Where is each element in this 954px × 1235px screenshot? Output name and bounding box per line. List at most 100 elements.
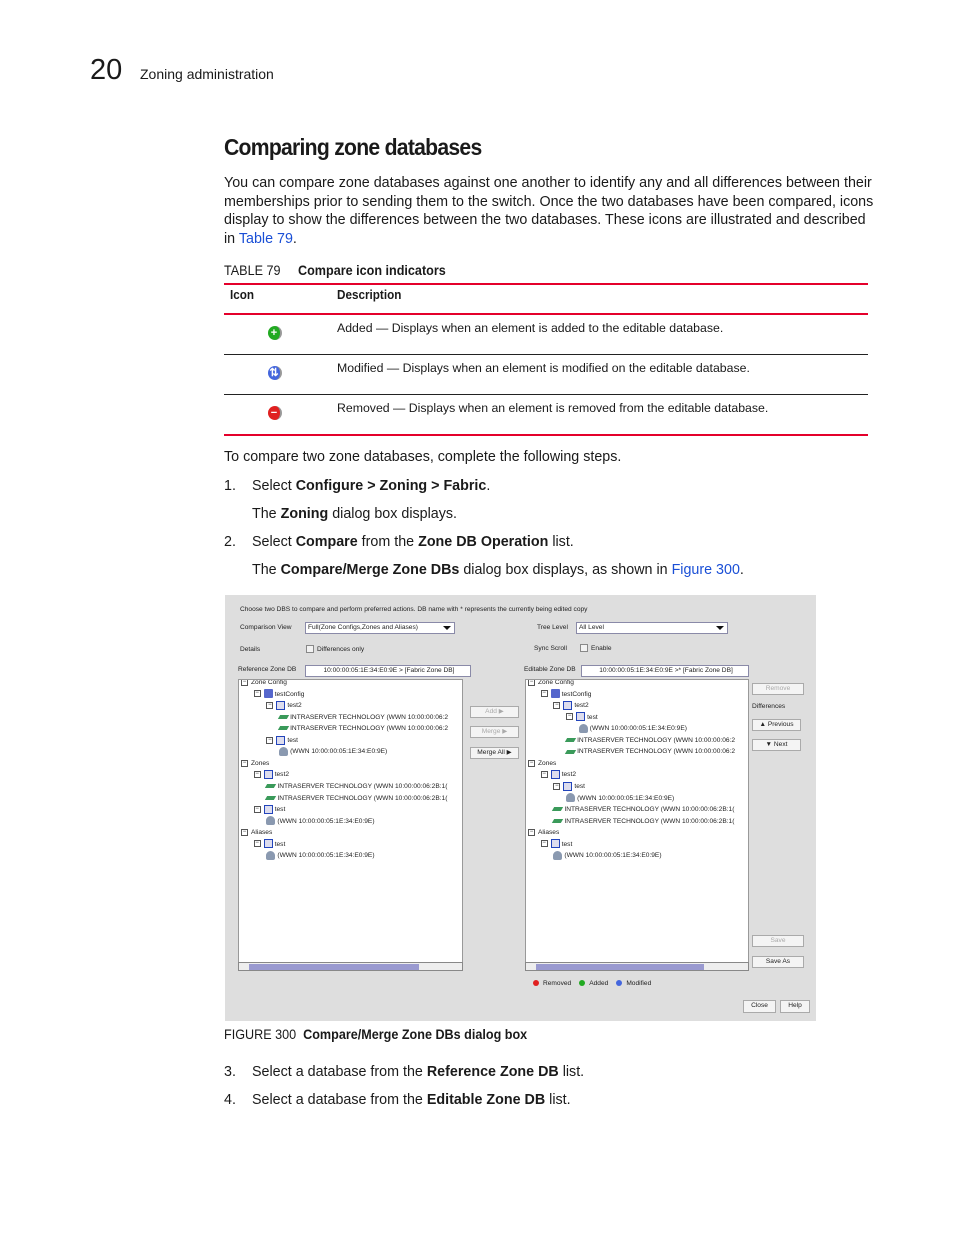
collapse-toggle[interactable]: −: [540, 840, 548, 848]
add-button[interactable]: Add ▶: [470, 706, 519, 718]
collapse-toggle[interactable]: −: [528, 828, 535, 836]
tree-level-select[interactable]: All Level: [576, 622, 728, 634]
tree-node[interactable]: INTRASERVER TECHNOLOGY (WWN 10:00:00:06:…: [552, 816, 734, 827]
tree-node-label: Zones: [538, 759, 557, 767]
collapse-toggle[interactable]: −: [528, 680, 535, 686]
collapse-toggle[interactable]: −: [253, 690, 261, 698]
editable-db-label: Editable Zone DB: [524, 666, 576, 673]
collapse-toggle[interactable]: −: [266, 701, 274, 709]
tree-node[interactable]: − test: [553, 781, 585, 792]
collapse-toggle[interactable]: −: [241, 828, 248, 836]
device-icon: [277, 714, 290, 719]
tree-node[interactable]: − test: [540, 839, 572, 850]
merge-button[interactable]: Merge ▶: [470, 726, 519, 738]
legend-label: Removed: [543, 980, 572, 987]
comparison-view-value: Full(Zone Configs,Zones and Aliases): [308, 624, 418, 631]
collapse-toggle[interactable]: −: [528, 759, 535, 767]
tree-node[interactable]: − test2: [553, 700, 589, 711]
tree-node[interactable]: (WWN 10:00:00:05:1E:34:E0:9E): [566, 793, 674, 804]
tree-node[interactable]: − testConfig: [253, 689, 304, 700]
table-row-description: Removed — Displays when an element is re…: [337, 401, 769, 415]
reference-tree[interactable]: − Zone Config − testConfig − test2 INTRASERVER…: [238, 679, 463, 965]
tree-node-label: test: [287, 736, 299, 744]
collapse-toggle[interactable]: −: [553, 782, 561, 790]
table-79-link[interactable]: Table 79: [239, 231, 293, 247]
tree-node-label: test: [274, 806, 286, 814]
zone-icon: [550, 770, 560, 780]
tree-node[interactable]: INTRASERVER TECHNOLOGY (WWN 10:00:00:06:…: [277, 712, 448, 723]
reference-hscrollbar[interactable]: [238, 962, 463, 971]
reference-db-select[interactable]: 10:00:00:05:1E:34:E0:9E > [Fabric Zone D…: [305, 665, 471, 677]
tree-node[interactable]: INTRASERVER TECHNOLOGY (WWN 10:00:00:06:…: [277, 723, 448, 734]
tree-node[interactable]: INTRASERVER TECHNOLOGY (WWN 10:00:00:06:…: [552, 804, 735, 815]
collapse-toggle[interactable]: −: [566, 713, 574, 721]
tree-node[interactable]: (WWN 10:00:00:05:1E:34:E0:9E): [266, 850, 375, 861]
help-button[interactable]: Help: [780, 1000, 810, 1013]
collapse-toggle[interactable]: −: [241, 759, 248, 767]
step-bold: Configure > Zoning > Fabric: [295, 478, 487, 494]
editable-db-select[interactable]: 10:00:00:05:1E:34:E0:9E >* [Fabric Zone …: [581, 665, 749, 677]
zone-icon: [563, 781, 573, 791]
collapse-toggle[interactable]: −: [266, 736, 274, 744]
tree-node[interactable]: (WWN 10:00:00:05:1E:34:E0:9E): [266, 816, 375, 827]
comparison-view-select[interactable]: Full(Zone Configs,Zones and Aliases): [305, 622, 455, 634]
tree-node[interactable]: − Zone Config: [528, 680, 574, 688]
device-icon: [265, 784, 277, 789]
reference-db-value: 10:00:00:05:1E:34:E0:9E > [Fabric Zone D…: [323, 667, 455, 674]
removed-icon: [533, 980, 539, 987]
tree-node[interactable]: − test: [266, 735, 298, 746]
scroll-thumb[interactable]: [249, 964, 419, 970]
tree-node[interactable]: − Zones: [241, 758, 269, 769]
tree-node[interactable]: (WWN 10:00:00:05:1E:34:E0:9E): [578, 723, 687, 734]
tree-node-label: test2: [274, 771, 289, 779]
collapse-toggle[interactable]: −: [253, 840, 261, 848]
sync-scroll-checkbox[interactable]: [580, 644, 588, 652]
step-result: The Compare/Merge Zone DBs dialog box di…: [252, 561, 744, 580]
tree-node[interactable]: − test: [253, 839, 285, 850]
editable-hscrollbar[interactable]: [525, 962, 749, 971]
collapse-toggle[interactable]: −: [253, 805, 261, 813]
collapse-toggle[interactable]: −: [241, 680, 248, 686]
tree-node[interactable]: INTRASERVER TECHNOLOGY (WWN 10:00:00:06:…: [265, 781, 447, 792]
remove-button[interactable]: Remove: [752, 683, 804, 695]
tree-node[interactable]: − testConfig: [540, 689, 591, 700]
collapse-toggle[interactable]: −: [540, 690, 548, 698]
tree-node-label: INTRASERVER TECHNOLOGY (WWN 10:00:00:06:…: [564, 806, 735, 814]
step-4: 4. Select a database from the Editable Zo…: [224, 1091, 571, 1110]
collapse-toggle[interactable]: −: [553, 701, 561, 709]
tree-node[interactable]: − Zone Config: [241, 680, 287, 688]
tree-node-label: test2: [561, 771, 576, 779]
figure-300-link[interactable]: Figure 300: [672, 562, 740, 578]
tree-node[interactable]: (WWN 10:00:00:05:1E:34:E0:9E): [279, 746, 387, 757]
tree-node[interactable]: − test2: [540, 769, 576, 780]
legend-item: Removed: [533, 980, 571, 987]
row-divider: [224, 354, 868, 355]
previous-button[interactable]: ▲ Previous: [752, 719, 801, 731]
tree-node[interactable]: − test2: [266, 700, 302, 711]
differences-only-checkbox[interactable]: [306, 645, 314, 653]
collapse-toggle[interactable]: −: [253, 771, 261, 779]
tree-node[interactable]: − test: [253, 804, 286, 815]
next-button[interactable]: ▼ Next: [752, 739, 801, 751]
editable-tree[interactable]: − Zone Config − testConfig − test2− test (WWN 1…: [525, 679, 749, 965]
tree-node[interactable]: − Aliases: [528, 827, 559, 838]
save-button[interactable]: Save: [752, 935, 804, 947]
tree-node[interactable]: (WWN 10:00:00:05:1E:34:E0:9E): [553, 850, 662, 861]
merge-all-button[interactable]: Merge All ▶: [470, 747, 519, 759]
header-description: Description: [337, 287, 402, 302]
scroll-thumb[interactable]: [536, 964, 704, 970]
tree-node[interactable]: − Aliases: [241, 827, 272, 838]
zone-icon: [276, 700, 286, 710]
tree-node[interactable]: INTRASERVER TECHNOLOGY (WWN 10:00:00:06:…: [265, 793, 447, 804]
added-icon: [579, 980, 586, 987]
close-button[interactable]: Close: [743, 1000, 776, 1013]
tree-node[interactable]: INTRASERVER TECHNOLOGY (WWN 10:00:00:06:…: [564, 735, 735, 746]
save-as-button[interactable]: Save As: [752, 956, 804, 968]
tree-node[interactable]: − test: [566, 712, 598, 723]
step-text: The: [252, 562, 281, 578]
collapse-toggle[interactable]: −: [540, 771, 548, 779]
tree-node[interactable]: − Zones: [528, 758, 556, 769]
tree-node[interactable]: − test2: [253, 769, 289, 780]
zone-config-icon: [263, 689, 273, 699]
tree-node[interactable]: INTRASERVER TECHNOLOGY (WWN 10:00:00:06:…: [564, 746, 735, 757]
